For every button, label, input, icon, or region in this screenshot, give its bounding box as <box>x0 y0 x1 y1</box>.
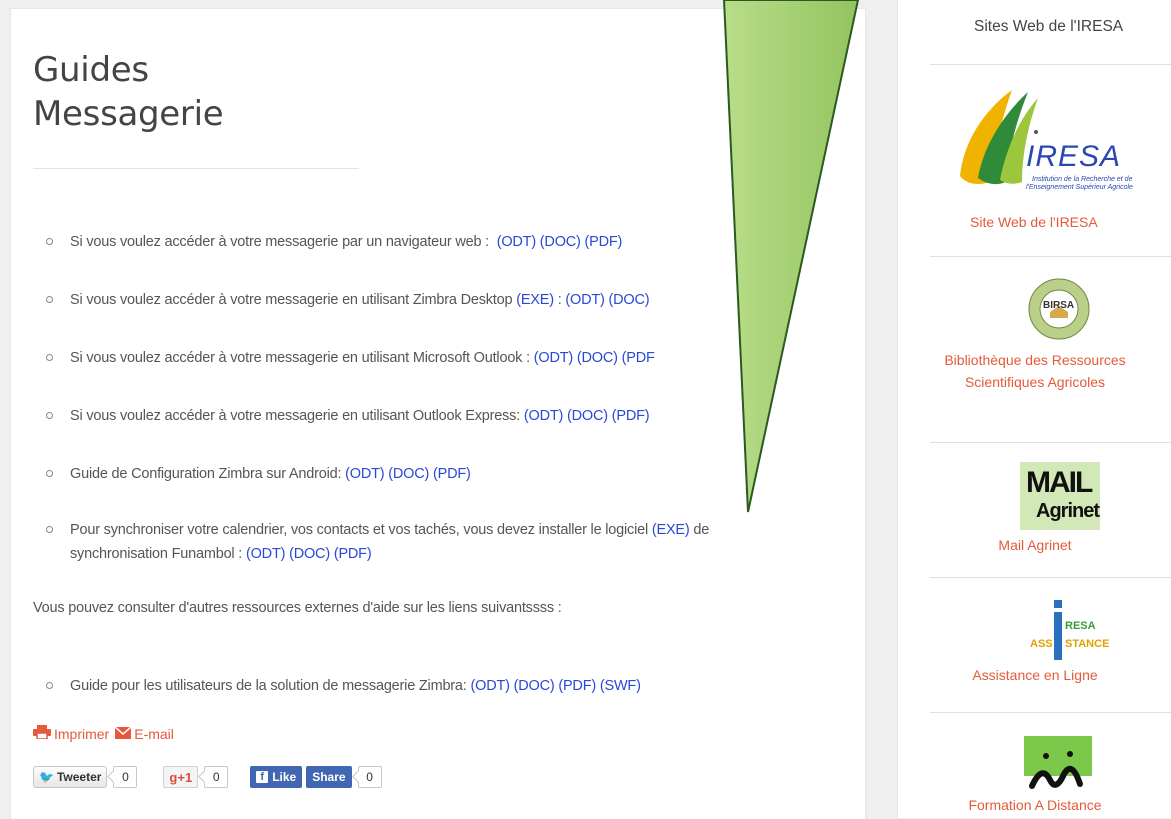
odt-link[interactable]: (ODT) <box>470 678 509 694</box>
odt-link[interactable]: (ODT) <box>246 546 285 562</box>
doc-link[interactable]: (DOC) <box>289 546 330 562</box>
sidebar-divider <box>930 256 1171 257</box>
formation-distance-link[interactable]: Formation A Distance <box>898 794 1171 816</box>
pdf-link[interactable]: (PDF) <box>433 466 471 482</box>
assistance-logo-bar <box>1054 612 1062 660</box>
page-title-line1: Guides <box>33 50 149 90</box>
odt-link[interactable]: (ODT) <box>534 350 573 366</box>
birsa-link[interactable]: Bibliothèque des Ressources Scientifique… <box>898 349 1171 393</box>
sidebar-title: Sites Web de l'IRESA <box>974 18 1124 35</box>
pdf-link[interactable]: (PDF <box>622 350 655 366</box>
sidebar: Sites Web de l'IRESA IRESA Institution d… <box>897 0 1171 818</box>
doc-link[interactable]: (DOC) <box>540 234 581 250</box>
email-icon[interactable] <box>114 725 132 742</box>
share-bar: 🐦 Tweeter 0 g +1 0 f Like Share 0 <box>33 766 382 788</box>
assistance-link[interactable]: Assistance en Ligne <box>898 664 1171 686</box>
mail-agrinet-link[interactable]: Mail Agrinet <box>898 534 1171 556</box>
odt-link[interactable]: (ODT) <box>565 292 604 308</box>
doc-link[interactable]: (DOC) <box>567 408 608 424</box>
assistance-logo[interactable]: RESA ASS STANCE <box>1015 600 1109 662</box>
iresa-logo-name: IRESA <box>1026 140 1122 173</box>
list-item: Guide de Configuration Zimbra sur Androi… <box>44 462 830 486</box>
list-item: Si vous voulez accéder à votre messageri… <box>44 404 830 428</box>
title-divider <box>33 168 359 169</box>
pdf-link[interactable]: (PDF) <box>334 546 372 562</box>
birsa-logo-text: BIRSA <box>1043 300 1075 311</box>
swf-link[interactable]: (SWF) <box>600 678 641 694</box>
odt-link[interactable]: (ODT) <box>497 234 536 250</box>
facebook-like-button[interactable]: f Like <box>250 766 303 788</box>
list-item: Pour synchroniser votre calendrier, vos … <box>44 518 830 566</box>
pdf-link[interactable]: (PDF) <box>612 408 650 424</box>
list-item: Si vous voulez accéder à votre messageri… <box>44 230 830 254</box>
facebook-share-button[interactable]: Share <box>306 766 352 788</box>
doc-link[interactable]: (DOC) <box>577 350 618 366</box>
google-plus-icon: g <box>169 769 178 785</box>
iresa-logo[interactable]: IRESA Institution de la Recherche et de … <box>956 88 1171 208</box>
external-resources-intro: Vous pouvez consulter d'autres ressource… <box>33 600 562 616</box>
list-item: Guide pour les utilisateurs de la soluti… <box>44 674 830 698</box>
page-title: Guides Messagerie <box>33 48 224 136</box>
exe-link[interactable]: (EXE) <box>516 292 554 308</box>
article-actions: Imprimer E-mail <box>33 725 180 742</box>
tweet-button[interactable]: 🐦 Tweeter <box>33 766 108 788</box>
google-plus-count: 0 <box>204 766 229 788</box>
iresa-logo-tagline-2: l'Enseignement Supérieur Agricole <box>1026 184 1133 191</box>
tweet-count: 0 <box>113 766 138 788</box>
exe-link[interactable]: (EXE) <box>652 522 690 538</box>
sidebar-divider <box>930 577 1171 578</box>
page-title-line2: Messagerie <box>33 94 224 134</box>
sidebar-divider <box>930 442 1171 443</box>
print-icon[interactable] <box>33 725 51 742</box>
list-item: Si vous voulez accéder à votre messageri… <box>44 346 830 370</box>
sidebar-divider <box>930 64 1171 65</box>
odt-link[interactable]: (ODT) <box>524 408 563 424</box>
print-link[interactable]: Imprimer <box>54 726 109 742</box>
doc-link[interactable]: (DOC) <box>609 292 650 308</box>
facebook-count: 0 <box>357 766 382 788</box>
sidebar-divider <box>930 712 1171 713</box>
list-item: Si vous voulez accéder à votre messageri… <box>44 288 830 312</box>
odt-link[interactable]: (ODT) <box>345 466 384 482</box>
doc-link[interactable]: (DOC) <box>514 678 555 694</box>
google-plus-button[interactable]: g +1 <box>163 766 199 788</box>
email-link[interactable]: E-mail <box>134 726 174 742</box>
iresa-logo-tagline-1: Institution de la Recherche et de <box>1032 176 1133 183</box>
assistance-logo-dot <box>1054 600 1062 608</box>
pdf-link[interactable]: (PDF) <box>558 678 596 694</box>
pdf-link[interactable]: (PDF) <box>585 234 623 250</box>
doc-link[interactable]: (DOC) <box>388 466 429 482</box>
iresa-site-link[interactable]: Site Web de l'IRESA <box>970 211 1098 233</box>
facebook-icon: f <box>256 771 269 783</box>
mail-agrinet-logo[interactable]: MAIL Agrinet <box>1020 462 1100 530</box>
twitter-bird-icon: 🐦 <box>39 770 54 784</box>
formation-distance-logo[interactable] <box>1022 734 1094 794</box>
birsa-logo[interactable]: BIRSA <box>1028 278 1090 340</box>
